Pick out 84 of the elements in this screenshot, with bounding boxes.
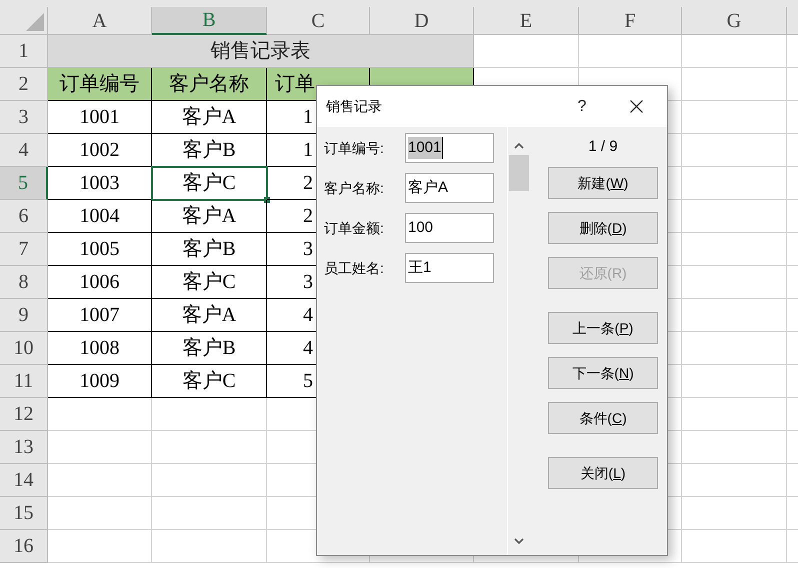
table-cell: 1009 — [48, 365, 152, 398]
column-heading: 订单编号 — [48, 68, 152, 101]
column-header[interactable]: E — [474, 7, 579, 35]
table-cell: 1005 — [48, 233, 152, 266]
column-header[interactable]: D — [370, 7, 474, 35]
scroll-down-icon[interactable] — [514, 538, 524, 545]
scroll-thumb[interactable] — [508, 155, 528, 191]
table-cell: 客户C — [152, 266, 267, 299]
table-cell: 1001 — [48, 101, 152, 134]
table-cell: 客户B — [152, 233, 267, 266]
table-cell: 1004 — [48, 200, 152, 233]
table-cell: 客户B — [152, 332, 267, 365]
empty-cell[interactable] — [682, 332, 787, 365]
table-cell: 客户A — [152, 200, 267, 233]
empty-cell[interactable] — [682, 530, 787, 563]
row-header[interactable]: 8 — [0, 266, 48, 299]
form-button[interactable]: 关闭(L) — [548, 457, 658, 489]
row-header[interactable]: 12 — [0, 398, 48, 431]
table-cell: 1003 — [48, 167, 152, 200]
row-header[interactable]: 16 — [0, 530, 48, 563]
empty-cell[interactable] — [682, 398, 787, 431]
help-button[interactable]: ? — [567, 92, 597, 122]
row-header[interactable]: 11 — [0, 365, 48, 398]
empty-cell[interactable] — [682, 233, 787, 266]
column-header[interactable]: A — [48, 7, 152, 35]
column-header[interactable]: C — [267, 7, 370, 35]
empty-cell[interactable] — [682, 167, 787, 200]
column-header[interactable]: G — [682, 7, 787, 35]
empty-cell[interactable] — [682, 497, 787, 530]
close-icon — [630, 100, 642, 113]
table-cell: 客户A — [152, 101, 267, 134]
empty-cell[interactable] — [682, 365, 787, 398]
empty-cell[interactable] — [579, 35, 682, 68]
form-button[interactable]: 新建(W) — [548, 167, 658, 199]
row-header[interactable]: 13 — [0, 431, 48, 464]
row-header[interactable]: 6 — [0, 200, 48, 233]
empty-cell[interactable] — [682, 200, 787, 233]
row-header[interactable]: 3 — [0, 101, 48, 134]
scroll-up-icon[interactable] — [514, 142, 524, 149]
row-header[interactable]: 9 — [0, 299, 48, 332]
empty-cell[interactable] — [682, 134, 787, 167]
table-cell: 客户A — [152, 299, 267, 332]
empty-cell[interactable] — [682, 464, 787, 497]
table-title: 销售记录表 — [48, 35, 474, 68]
empty-cell[interactable] — [682, 266, 787, 299]
table-cell: 客户C — [152, 365, 267, 398]
table-cell: 1008 — [48, 332, 152, 365]
table-cell: 1006 — [48, 266, 152, 299]
form-button[interactable]: 上一条(P) — [548, 312, 658, 344]
empty-cell[interactable] — [682, 101, 787, 134]
empty-cell[interactable] — [682, 299, 787, 332]
input-field[interactable]: 客户A — [405, 173, 494, 203]
empty-cell[interactable] — [682, 35, 787, 68]
form-button[interactable]: 下一条(N) — [548, 357, 658, 389]
select-all-icon[interactable] — [26, 13, 44, 31]
table-cell: 1007 — [48, 299, 152, 332]
row-header[interactable]: 15 — [0, 497, 48, 530]
table-cell: 1002 — [48, 134, 152, 167]
row-header[interactable]: 1 — [0, 35, 48, 68]
empty-cell[interactable] — [152, 530, 267, 563]
input-field[interactable]: 王1 — [405, 253, 494, 283]
table-cell: 客户C — [152, 167, 267, 200]
column-header[interactable]: B — [152, 7, 267, 35]
form-button[interactable]: 条件(C) — [548, 402, 658, 434]
empty-cell[interactable] — [152, 464, 267, 497]
row-header[interactable]: 7 — [0, 233, 48, 266]
input-field[interactable]: 100 — [405, 213, 494, 243]
row-header[interactable]: 14 — [0, 464, 48, 497]
input-field[interactable]: 1001 — [405, 133, 494, 163]
record-counter: 1 / 9 — [587, 137, 619, 157]
empty-cell[interactable] — [152, 398, 267, 431]
row-header[interactable]: 10 — [0, 332, 48, 365]
column-header[interactable]: F — [579, 7, 682, 35]
row-header[interactable]: 5 — [0, 167, 48, 200]
column-heading: 客户名称 — [152, 68, 267, 101]
empty-cell[interactable] — [152, 497, 267, 530]
table-cell: 客户B — [152, 134, 267, 167]
empty-cell[interactable] — [682, 431, 787, 464]
empty-cell[interactable] — [682, 68, 787, 101]
row-header[interactable]: 4 — [0, 134, 48, 167]
column-header[interactable] — [787, 7, 798, 35]
form-button[interactable]: 删除(D) — [548, 212, 658, 244]
row-header[interactable]: 2 — [0, 68, 48, 101]
empty-cell[interactable] — [152, 431, 267, 464]
